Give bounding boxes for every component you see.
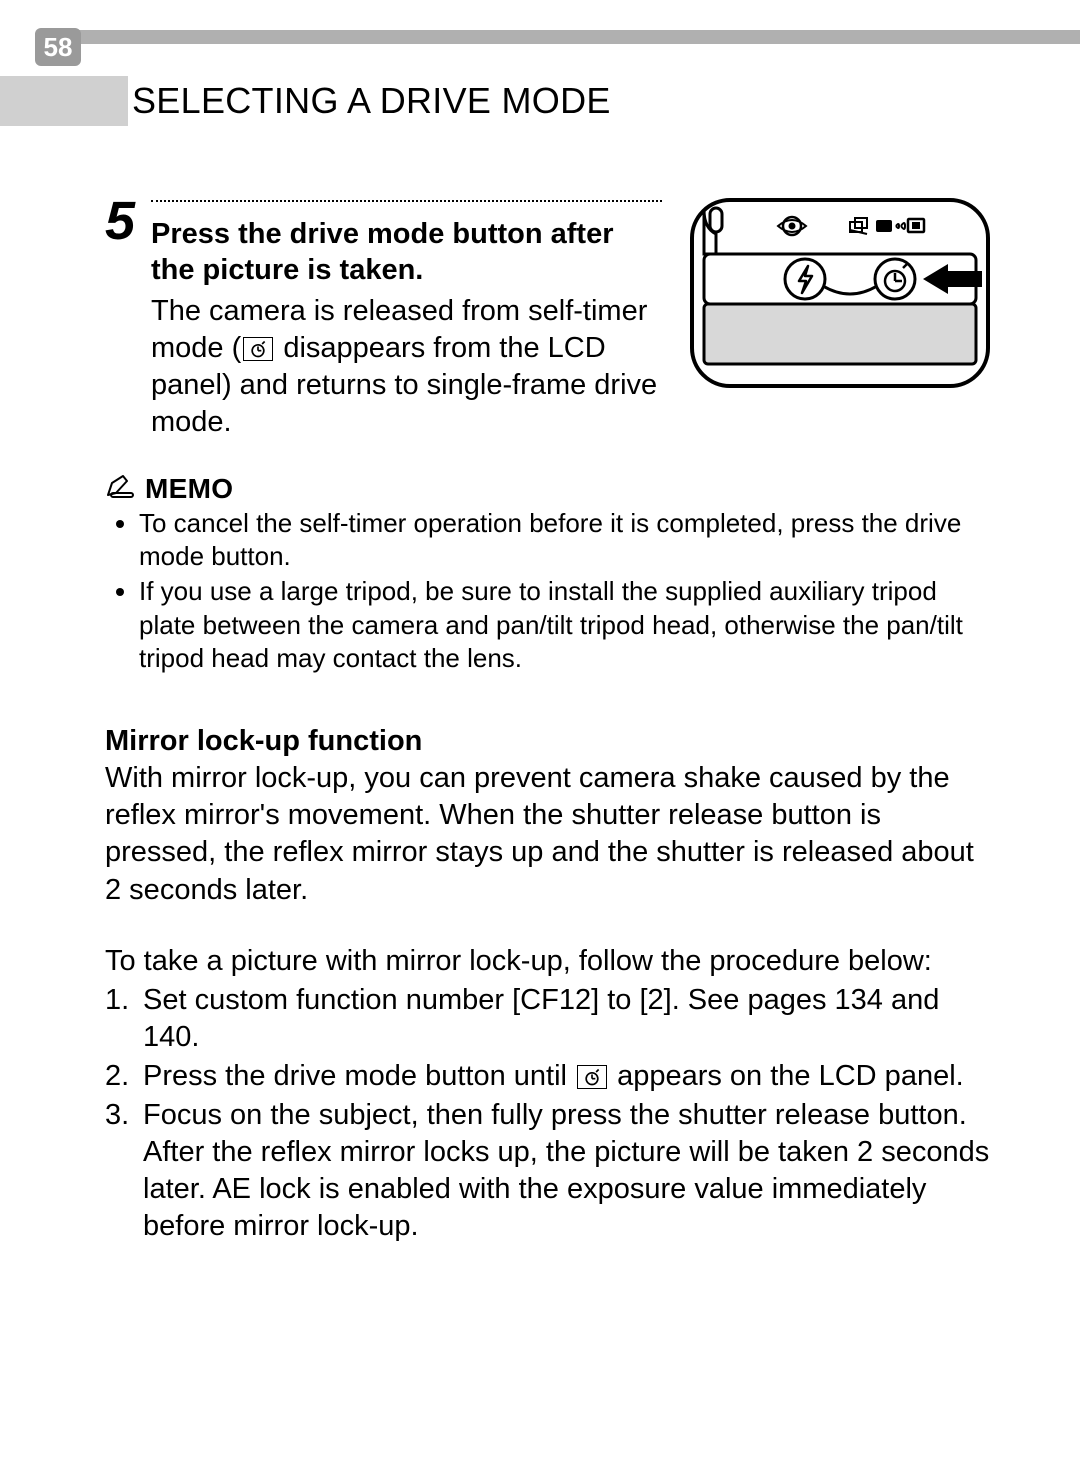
self-timer-icon [243,337,273,361]
proc-step-text: Focus on the subject, then fully press t… [143,1099,967,1131]
page-number-badge: 58 [35,28,81,66]
header-gray-strip [70,30,1080,44]
memo-label: MEMO [145,473,233,505]
step-block: 5 Press the drive mode button after the … [105,200,990,441]
memo-heading: MEMO [105,473,990,505]
memo-item: If you use a large tripod, be sure to in… [139,575,990,675]
step-number: 5 [105,194,145,248]
camera-top-diagram [690,198,990,388]
mirror-lockup-intro: With mirror lock-up, you can prevent cam… [105,760,990,908]
section-heading: SELECTING A DRIVE MODE [0,76,1080,126]
diagram-svg [690,198,990,388]
page-content: 5 Press the drive mode button after the … [0,200,1080,1246]
self-timer-button-icon [875,259,915,299]
proc-step: Focus on the subject, then fully press t… [105,1097,990,1245]
proc-step: Press the drive mode button until appear… [105,1058,990,1095]
proc-step-text-pre: Press the drive mode button until [143,1060,575,1092]
section-title: SELECTING A DRIVE MODE [132,80,611,122]
step-body: The camera is released from self-timer m… [151,293,662,441]
step-title: Press the drive mode button after the pi… [151,216,662,289]
mirror-lockup-heading: Mirror lock-up function [105,725,990,758]
memo-list: To cancel the self-timer operation befor… [105,507,990,675]
heading-gray-tab [0,76,128,126]
pencil-memo-icon [105,473,135,504]
memo-item: To cancel the self-timer operation befor… [139,507,990,574]
mirror-lockup-lead: To take a picture with mirror lock-up, f… [105,943,990,980]
proc-step-followup: After the reflex mirror locks up, the pi… [143,1134,990,1245]
page-header-bar: 58 [0,30,1080,80]
proc-step-text-post: appears on the LCD panel. [609,1060,964,1092]
flash-button-icon [785,259,825,299]
manual-page: 58 SELECTING A DRIVE MODE 5 Press the dr… [0,30,1080,1457]
mirror-lockup-procedure: Set custom function number [CF12] to [2]… [105,982,990,1246]
proc-step-text: Set custom function number [CF12] to [2]… [143,984,939,1053]
step-text: Press the drive mode button after the pi… [151,200,662,441]
step-left-column: 5 Press the drive mode button after the … [105,200,662,441]
self-timer-icon [577,1065,607,1089]
proc-step: Set custom function number [CF12] to [2]… [105,982,990,1056]
